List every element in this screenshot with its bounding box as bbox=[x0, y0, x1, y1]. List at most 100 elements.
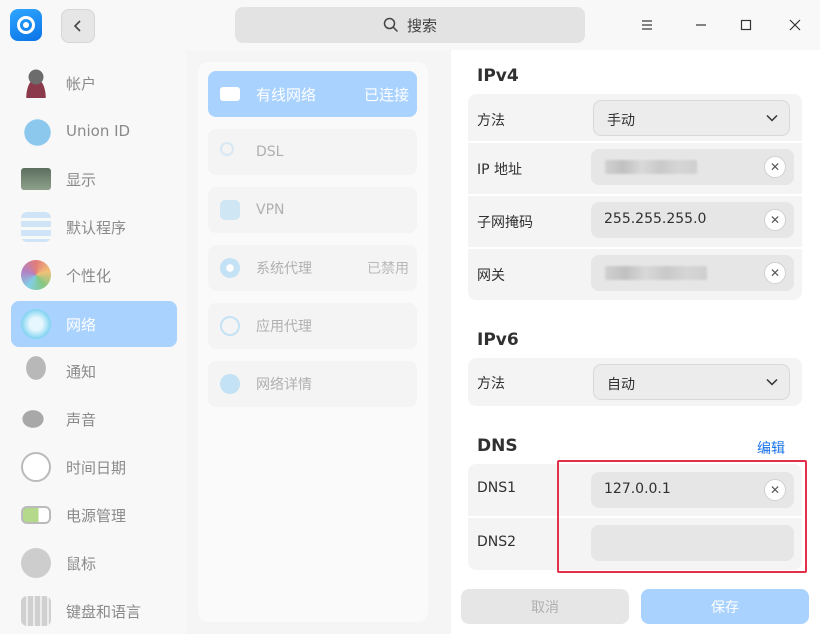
ipv6-method-label: 方法 bbox=[477, 376, 505, 392]
ipv4-mask-row: 子网掩码 255.255.255.0 ✕ bbox=[468, 196, 802, 248]
network-menu-panel: 有线网络 已连接 DSL VPN 系统代理 已禁用 应用代理 网络详情 bbox=[186, 50, 451, 634]
sidebar-item-mouse[interactable]: 鼠标 bbox=[11, 540, 177, 586]
ipv6-method-select[interactable]: 自动 bbox=[593, 364, 790, 400]
network-settings-panel: IPv4 方法 手动 IP 地址 ✕ 子网掩码 255.255.255.0 ✕ bbox=[451, 50, 820, 634]
sidebar-item-label: 电源管理 bbox=[66, 506, 127, 525]
clock-icon bbox=[21, 452, 51, 482]
chevron-down-icon bbox=[766, 114, 778, 122]
menu-button[interactable] bbox=[632, 10, 662, 40]
dns-edit-link[interactable]: 编辑 bbox=[757, 438, 785, 458]
ipv6-method-row: 方法 自动 bbox=[468, 358, 802, 406]
redacted-gateway-value bbox=[605, 266, 707, 280]
ipv6-method-value: 自动 bbox=[607, 377, 635, 393]
clear-icon[interactable]: ✕ bbox=[764, 156, 786, 178]
sidebar-item-label: 默认程序 bbox=[66, 218, 127, 237]
network-item-system-proxy[interactable]: 系统代理 已禁用 bbox=[208, 245, 417, 291]
sidebar-item-keyboard[interactable]: 键盘和语言 bbox=[11, 588, 177, 634]
ipv4-method-row: 方法 手动 bbox=[468, 94, 802, 146]
ipv6-group: 方法 自动 bbox=[468, 358, 802, 406]
sidebar-item-label: 个性化 bbox=[66, 266, 112, 285]
close-icon bbox=[789, 19, 801, 31]
ipv4-address-row: IP 地址 ✕ bbox=[468, 143, 802, 195]
settings-sidebar: 帐户 Union ID 显示 默认程序 个性化 网络 通知 声音 时间日期 电源… bbox=[0, 50, 186, 634]
dns1-label: DNS1 bbox=[477, 480, 517, 496]
sidebar-item-label: 显示 bbox=[66, 170, 97, 189]
chevron-left-icon bbox=[73, 20, 81, 32]
sidebar-item-label: 键盘和语言 bbox=[66, 602, 142, 621]
sidebar-item-display[interactable]: 显示 bbox=[11, 156, 177, 202]
close-button[interactable] bbox=[780, 10, 810, 40]
dsl-icon bbox=[220, 142, 234, 156]
mouse-icon bbox=[21, 548, 51, 578]
sidebar-item-power[interactable]: 电源管理 bbox=[11, 492, 177, 538]
keyboard-icon bbox=[21, 596, 51, 626]
monitor-icon bbox=[21, 168, 51, 190]
palette-icon bbox=[21, 260, 51, 290]
ipv4-section-title: IPv4 bbox=[477, 66, 519, 86]
sidebar-item-label: 鼠标 bbox=[66, 554, 97, 573]
wired-icon bbox=[220, 87, 240, 101]
settings-app-icon bbox=[10, 9, 42, 41]
network-item-app-proxy[interactable]: 应用代理 bbox=[208, 303, 417, 349]
dns-highlight-box bbox=[557, 460, 807, 573]
speaker-icon bbox=[21, 404, 51, 434]
dns2-label: DNS2 bbox=[477, 534, 517, 550]
save-button[interactable]: 保存 bbox=[641, 589, 809, 624]
sidebar-item-label: 通知 bbox=[66, 362, 97, 381]
sidebar-item-default-apps[interactable]: 默认程序 bbox=[11, 204, 177, 250]
network-item-wired[interactable]: 有线网络 已连接 bbox=[208, 71, 417, 117]
default-apps-icon bbox=[21, 212, 51, 242]
network-item-status: 已连接 bbox=[363, 85, 409, 104]
minimize-button[interactable] bbox=[686, 10, 716, 40]
maximize-button[interactable] bbox=[731, 10, 761, 40]
ipv4-method-select[interactable]: 手动 bbox=[593, 100, 790, 136]
title-bar: 搜索 bbox=[0, 0, 820, 50]
ipv6-section-title: IPv6 bbox=[477, 330, 519, 350]
user-icon bbox=[21, 68, 51, 98]
ipv4-address-input[interactable]: ✕ bbox=[591, 149, 794, 185]
sidebar-item-network[interactable]: 网络 bbox=[11, 301, 177, 347]
network-menu-list: 有线网络 已连接 DSL VPN 系统代理 已禁用 应用代理 网络详情 bbox=[198, 62, 428, 622]
dns-section-title: DNS bbox=[477, 436, 518, 456]
sidebar-item-notifications[interactable]: 通知 bbox=[11, 348, 177, 394]
info-icon bbox=[220, 374, 240, 394]
network-item-label: VPN bbox=[256, 202, 285, 218]
sidebar-item-personalization[interactable]: 个性化 bbox=[11, 252, 177, 298]
sidebar-item-union-id[interactable]: Union ID bbox=[11, 108, 177, 154]
search-input[interactable]: 搜索 bbox=[235, 7, 585, 43]
network-icon bbox=[21, 309, 51, 339]
search-icon bbox=[383, 17, 399, 33]
vpn-icon bbox=[220, 200, 240, 220]
ipv4-mask-value: 255.255.255.0 bbox=[604, 211, 707, 227]
sidebar-item-sound[interactable]: 声音 bbox=[11, 396, 177, 442]
sidebar-item-datetime[interactable]: 时间日期 bbox=[11, 444, 177, 490]
network-item-status: 已禁用 bbox=[367, 261, 409, 277]
network-item-label: 系统代理 bbox=[256, 261, 312, 277]
network-item-label: 网络详情 bbox=[256, 377, 312, 393]
maximize-icon bbox=[740, 19, 752, 31]
network-item-vpn[interactable]: VPN bbox=[208, 187, 417, 233]
network-item-dsl[interactable]: DSL bbox=[208, 129, 417, 175]
sidebar-item-label: 网络 bbox=[66, 315, 97, 334]
ipv4-mask-input[interactable]: 255.255.255.0 ✕ bbox=[591, 202, 794, 238]
bell-icon bbox=[21, 356, 51, 386]
network-item-label: DSL bbox=[256, 144, 284, 160]
search-placeholder: 搜索 bbox=[406, 16, 437, 35]
sidebar-item-label: 时间日期 bbox=[66, 458, 127, 477]
back-button[interactable] bbox=[61, 9, 95, 43]
ipv4-gateway-row: 网关 ✕ bbox=[468, 249, 802, 301]
sidebar-item-accounts[interactable]: 帐户 bbox=[11, 60, 177, 106]
sidebar-item-label: Union ID bbox=[66, 122, 131, 140]
clear-icon[interactable]: ✕ bbox=[764, 262, 786, 284]
network-item-details[interactable]: 网络详情 bbox=[208, 361, 417, 407]
ipv4-method-label: 方法 bbox=[477, 113, 505, 129]
sidebar-item-label: 声音 bbox=[66, 410, 97, 429]
clear-icon[interactable]: ✕ bbox=[764, 209, 786, 231]
cancel-button[interactable]: 取消 bbox=[461, 589, 629, 624]
network-item-label: 应用代理 bbox=[256, 319, 312, 335]
ipv4-group: 方法 手动 IP 地址 ✕ 子网掩码 255.255.255.0 ✕ 网关 ✕ bbox=[468, 94, 802, 300]
ipv4-address-label: IP 地址 bbox=[477, 162, 523, 178]
menu-icon bbox=[642, 20, 652, 30]
ipv4-method-value: 手动 bbox=[607, 113, 635, 129]
ipv4-gateway-input[interactable]: ✕ bbox=[591, 255, 794, 291]
